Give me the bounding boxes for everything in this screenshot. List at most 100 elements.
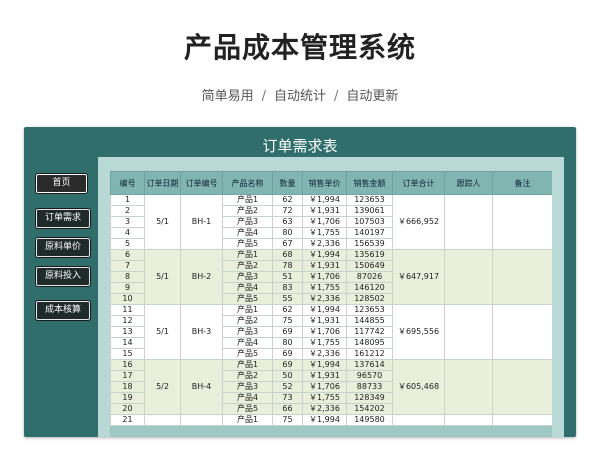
cell-price[interactable]: ￥1,994 (302, 359, 347, 371)
cell-price[interactable]: ￥1,931 (302, 205, 347, 217)
cell-id[interactable]: 7 (110, 260, 145, 272)
cell-remarks[interactable] (492, 359, 552, 415)
col-header-tracker[interactable]: 跟踪人 (444, 171, 493, 195)
nav-button-material-price[interactable]: 原料单价 (36, 238, 90, 257)
cell-amount[interactable]: 140197 (346, 227, 393, 239)
col-header-order-total[interactable]: 订单合计 (392, 171, 445, 195)
cell-tracker[interactable] (444, 249, 493, 305)
cell-qty[interactable]: 51 (272, 271, 303, 283)
cell-product[interactable]: 产品4 (222, 282, 273, 294)
cell-product[interactable]: 产品5 (222, 238, 273, 250)
cell-id[interactable]: 2 (110, 205, 145, 217)
col-header-unit-price[interactable]: 销售单价 (302, 171, 347, 195)
cell-amount[interactable]: 123653 (346, 194, 393, 206)
cell-qty[interactable]: 52 (272, 381, 303, 393)
cell-order-total[interactable]: ￥647,917 (392, 249, 445, 305)
cell-price[interactable]: ￥1,706 (302, 326, 347, 338)
cell-id[interactable]: 9 (110, 282, 145, 294)
cell-amount[interactable]: 117742 (346, 326, 393, 338)
cell-id[interactable]: 18 (110, 381, 145, 393)
cell-id[interactable]: 13 (110, 326, 145, 338)
nav-button-cost-accounting[interactable]: 成本核算 (36, 301, 90, 320)
cell-order-date[interactable]: 5/2 (144, 359, 181, 415)
cell-qty[interactable]: 75 (272, 315, 303, 327)
cell-product[interactable]: 产品1 (222, 359, 273, 371)
col-header-quantity[interactable]: 数量 (272, 171, 303, 195)
cell-qty[interactable]: 68 (272, 249, 303, 261)
col-header-sales-amount[interactable]: 销售金额 (346, 171, 393, 195)
cell-amount[interactable]: 154202 (346, 403, 393, 415)
cell-tracker[interactable] (444, 304, 493, 360)
cell-qty[interactable]: 80 (272, 227, 303, 239)
cell-price[interactable]: ￥1,706 (302, 216, 347, 228)
nav-button-order-demand[interactable]: 订单需求 (36, 209, 90, 228)
cell-qty[interactable]: 69 (272, 326, 303, 338)
cell-price[interactable]: ￥1,994 (302, 304, 347, 316)
cell-product[interactable]: 产品5 (222, 293, 273, 305)
cell-qty[interactable]: 50 (272, 370, 303, 382)
col-header-order-date[interactable]: 订单日期 (144, 171, 181, 195)
cell-tracker[interactable] (444, 414, 493, 426)
cell-id[interactable]: 1 (110, 194, 145, 206)
cell-amount[interactable]: 148095 (346, 337, 393, 349)
cell-amount[interactable]: 144855 (346, 315, 393, 327)
cell-order-total[interactable] (392, 414, 445, 426)
cell-tracker[interactable] (444, 359, 493, 415)
cell-amount[interactable]: 146120 (346, 282, 393, 294)
col-header-product-name[interactable]: 产品名称 (222, 171, 273, 195)
cell-product[interactable]: 产品5 (222, 403, 273, 415)
cell-product[interactable]: 产品2 (222, 370, 273, 382)
cell-amount[interactable]: 128502 (346, 293, 393, 305)
cell-remarks[interactable] (492, 194, 552, 250)
cell-order-total[interactable]: ￥605,468 (392, 359, 445, 415)
cell-price[interactable]: ￥2,336 (302, 348, 347, 360)
cell-product[interactable]: 产品1 (222, 249, 273, 261)
cell-price[interactable]: ￥1,994 (302, 194, 347, 206)
cell-price[interactable]: ￥1,994 (302, 414, 347, 426)
cell-id[interactable]: 15 (110, 348, 145, 360)
cell-product[interactable]: 产品2 (222, 315, 273, 327)
cell-id[interactable]: 21 (110, 414, 145, 426)
cell-product[interactable]: 产品5 (222, 348, 273, 360)
cell-product[interactable]: 产品3 (222, 271, 273, 283)
cell-remarks[interactable] (492, 304, 552, 360)
cell-qty[interactable]: 75 (272, 414, 303, 426)
cell-price[interactable]: ￥1,994 (302, 249, 347, 261)
cell-amount[interactable]: 139061 (346, 205, 393, 217)
cell-id[interactable]: 5 (110, 238, 145, 250)
col-header-remarks[interactable]: 备注 (492, 171, 552, 195)
cell-qty[interactable]: 83 (272, 282, 303, 294)
cell-amount[interactable]: 137614 (346, 359, 393, 371)
cell-id[interactable]: 16 (110, 359, 145, 371)
nav-button-home[interactable]: 首页 (36, 174, 87, 193)
cell-order-no[interactable]: BH-3 (180, 304, 223, 360)
cell-id[interactable]: 8 (110, 271, 145, 283)
cell-price[interactable]: ￥1,755 (302, 227, 347, 239)
cell-qty[interactable]: 69 (272, 359, 303, 371)
cell-price[interactable]: ￥1,931 (302, 315, 347, 327)
cell-price[interactable]: ￥2,336 (302, 293, 347, 305)
cell-amount[interactable]: 135619 (346, 249, 393, 261)
cell-qty[interactable]: 62 (272, 194, 303, 206)
cell-price[interactable]: ￥1,706 (302, 271, 347, 283)
cell-price[interactable]: ￥2,336 (302, 238, 347, 250)
cell-id[interactable]: 20 (110, 403, 145, 415)
cell-id[interactable]: 19 (110, 392, 145, 404)
cell-price[interactable]: ￥1,931 (302, 370, 347, 382)
cell-order-no[interactable]: BH-1 (180, 194, 223, 250)
nav-button-material-input[interactable]: 原料投入 (36, 267, 90, 286)
cell-amount[interactable]: 156539 (346, 238, 393, 250)
cell-qty[interactable]: 69 (272, 348, 303, 360)
cell-product[interactable]: 产品1 (222, 304, 273, 316)
cell-amount[interactable]: 149580 (346, 414, 393, 426)
cell-price[interactable]: ￥1,755 (302, 392, 347, 404)
cell-order-total[interactable]: ￥666,952 (392, 194, 445, 250)
cell-amount[interactable]: 88733 (346, 381, 393, 393)
cell-amount[interactable]: 150649 (346, 260, 393, 272)
cell-qty[interactable]: 62 (272, 304, 303, 316)
cell-price[interactable]: ￥1,755 (302, 337, 347, 349)
cell-amount[interactable]: 87026 (346, 271, 393, 283)
cell-order-date[interactable]: 5/1 (144, 304, 181, 360)
cell-price[interactable]: ￥2,336 (302, 403, 347, 415)
cell-product[interactable]: 产品3 (222, 381, 273, 393)
